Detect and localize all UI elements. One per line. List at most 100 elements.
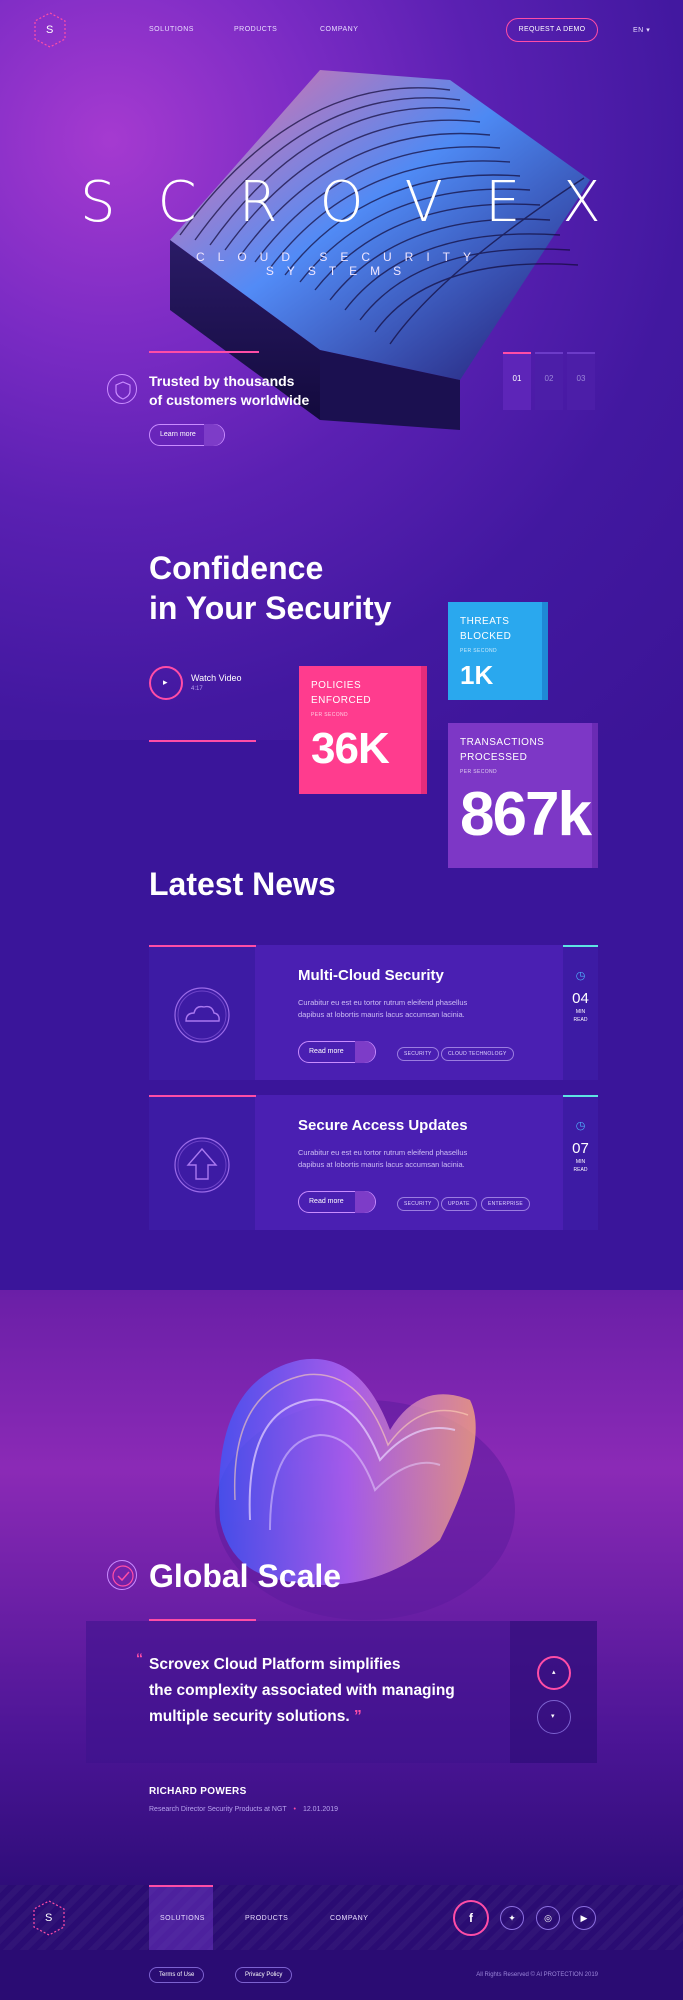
confidence-line-2: in Your Security — [149, 590, 392, 626]
terms-of-use-link[interactable]: Terms of Use — [149, 1967, 205, 1983]
stat-card-policies: POLICIES ENFORCED PER SECOND 36K — [299, 666, 427, 794]
read-more-label: Read more — [309, 1198, 344, 1205]
quote-line: multiple security solutions. ” — [149, 1704, 455, 1730]
footer-nav-products[interactable]: PRODUCTS — [245, 1915, 288, 1922]
open-quote-icon: “ — [136, 1650, 143, 1666]
arrow-up-icon: ▴ — [552, 1669, 556, 1676]
upload-arrow-icon — [174, 1137, 230, 1193]
slide-tab-01[interactable]: 01 — [503, 352, 531, 410]
learn-more-button[interactable]: Learn more — [149, 424, 225, 446]
instagram-icon[interactable]: ◎ — [536, 1906, 560, 1930]
facebook-icon[interactable]: f — [453, 1900, 489, 1936]
stat-label: POLICIES — [311, 680, 362, 691]
read-more-button[interactable]: Read more — [298, 1041, 376, 1063]
dot-separator: • — [293, 1806, 296, 1813]
stat-label: ENFORCED — [311, 695, 372, 706]
nav-products[interactable]: PRODUCTS — [234, 26, 277, 33]
quote-next-button[interactable]: ▾ — [537, 1700, 571, 1734]
tag-cloud-technology[interactable]: CLOUD TECHNOLOGY — [441, 1047, 514, 1061]
min-label: MIN — [575, 1009, 586, 1015]
watch-video-label[interactable]: Watch Video — [191, 673, 242, 683]
logo-letter: S — [46, 24, 54, 36]
quote-line-text: multiple security solutions. — [149, 1708, 350, 1725]
stat-card-threats: THREATS BLOCKED PER SECOND 1K — [448, 602, 548, 700]
nav-solutions[interactable]: SOLUTIONS — [149, 26, 194, 33]
request-demo-button[interactable]: REQUEST A DEMO — [506, 18, 598, 42]
news-body-line: Curabitur eu est eu tortor rutrum eleife… — [298, 1148, 468, 1157]
news-card[interactable]: Secure Access Updates Curabitur eu est e… — [149, 1095, 598, 1230]
tag-security[interactable]: SECURITY — [397, 1197, 439, 1211]
news-card[interactable]: Multi-Cloud Security Curabitur eu est eu… — [149, 945, 598, 1080]
stat-value: 867k — [460, 780, 592, 849]
card-icon-panel — [149, 1097, 255, 1230]
quote-date: 12.01.2019 — [302, 1806, 338, 1813]
clock-icon: ◷ — [575, 1120, 586, 1132]
confidence-heading: Confidence in Your Security — [149, 548, 391, 628]
news-body: Curabitur eu est eu tortor rutrum eleife… — [298, 997, 467, 1021]
trusted-text: Trusted by thousands of customers worldw… — [149, 372, 309, 410]
slide-number: 01 — [512, 374, 522, 383]
clock-icon: ◷ — [575, 970, 586, 982]
nav-company[interactable]: COMPANY — [320, 26, 358, 33]
stat-value: 36K — [311, 724, 390, 773]
logo-letter: S — [45, 1912, 53, 1924]
language-label: EN — [633, 27, 644, 34]
slide-tab-03[interactable]: 03 — [567, 352, 595, 410]
stat-label: BLOCKED — [460, 631, 512, 642]
youtube-icon[interactable]: ▶ — [572, 1906, 596, 1930]
footer-nav-solutions[interactable]: SOLUTIONS — [160, 1915, 205, 1922]
testimonial-quote: Scrovex Cloud Platform simplifies the co… — [149, 1652, 455, 1730]
hero-title: SCROVEX — [80, 170, 643, 235]
chevron-down-icon: ▾ — [646, 27, 651, 34]
news-body: Curabitur eu est eu tortor rutrum eleife… — [298, 1147, 467, 1171]
read-minutes: 07 — [572, 1140, 589, 1157]
tag-enterprise[interactable]: ENTERPRISE — [481, 1197, 530, 1211]
quote-prev-button[interactable]: ▴ — [537, 1656, 571, 1690]
news-title[interactable]: Multi-Cloud Security — [298, 967, 444, 984]
stat-per: PER SECOND — [460, 648, 498, 654]
trusted-line-1: Trusted by thousands — [149, 373, 295, 389]
stat-per: PER SECOND — [311, 712, 349, 718]
news-body-line: dapibus at lobortis mauris lacus accumsa… — [298, 1010, 465, 1019]
tag-security[interactable]: SECURITY — [397, 1047, 439, 1061]
copyright-text: All Rights Reserved © AI PROTECTION 2019 — [476, 1972, 598, 1978]
read-minutes: 04 — [572, 990, 589, 1007]
logo[interactable]: S — [30, 10, 70, 50]
stat-label: THREATS — [460, 616, 510, 627]
slide-number: 02 — [544, 374, 554, 383]
hero-divider — [149, 351, 259, 353]
read-more-button[interactable]: Read more — [298, 1191, 376, 1213]
read-label: READ — [573, 1017, 588, 1023]
news-body-line: dapibus at lobortis mauris lacus accumsa… — [298, 1160, 465, 1169]
confidence-line-1: Confidence — [149, 550, 324, 586]
close-quote-icon: ” — [349, 1708, 362, 1725]
read-time-panel: ◷ 07 MIN READ — [563, 1095, 598, 1230]
cloud-icon — [174, 987, 230, 1043]
shield-icon — [107, 374, 137, 404]
language-selector[interactable]: EN ▾ — [633, 26, 650, 34]
global-heading: Global Scale — [149, 1558, 342, 1594]
news-title[interactable]: Secure Access Updates — [298, 1117, 468, 1134]
stat-label: PROCESSED — [460, 752, 528, 763]
quote-line: the complexity associated with managing — [149, 1682, 455, 1699]
read-label: READ — [573, 1167, 588, 1173]
confidence-divider — [149, 740, 256, 742]
twitter-icon[interactable]: ✦ — [500, 1906, 524, 1930]
tag-update[interactable]: UPDATE — [441, 1197, 477, 1211]
slide-number: 03 — [576, 374, 586, 383]
author-name: RICHARD POWERS — [149, 1786, 247, 1797]
play-video-button[interactable]: ▸ — [149, 666, 183, 700]
read-time-panel: ◷ 04 MIN READ — [563, 945, 598, 1080]
slide-tab-02[interactable]: 02 — [535, 352, 563, 410]
video-duration: 4:17 — [191, 686, 203, 692]
privacy-policy-link[interactable]: Privacy Policy — [235, 1967, 293, 1983]
hero-subtitle: CLOUD SECURITY SYSTEMS — [195, 250, 484, 278]
footer-logo[interactable]: S — [29, 1898, 69, 1938]
quote-line: Scrovex Cloud Platform simplifies — [149, 1656, 401, 1673]
learn-more-label: Learn more — [160, 431, 196, 438]
min-label: MIN — [575, 1159, 586, 1165]
stat-card-transactions: TRANSACTIONS PROCESSED PER SECOND 867k — [448, 723, 598, 868]
read-more-label: Read more — [309, 1048, 344, 1055]
stat-per: PER SECOND — [460, 769, 498, 775]
footer-nav-company[interactable]: COMPANY — [330, 1915, 368, 1922]
